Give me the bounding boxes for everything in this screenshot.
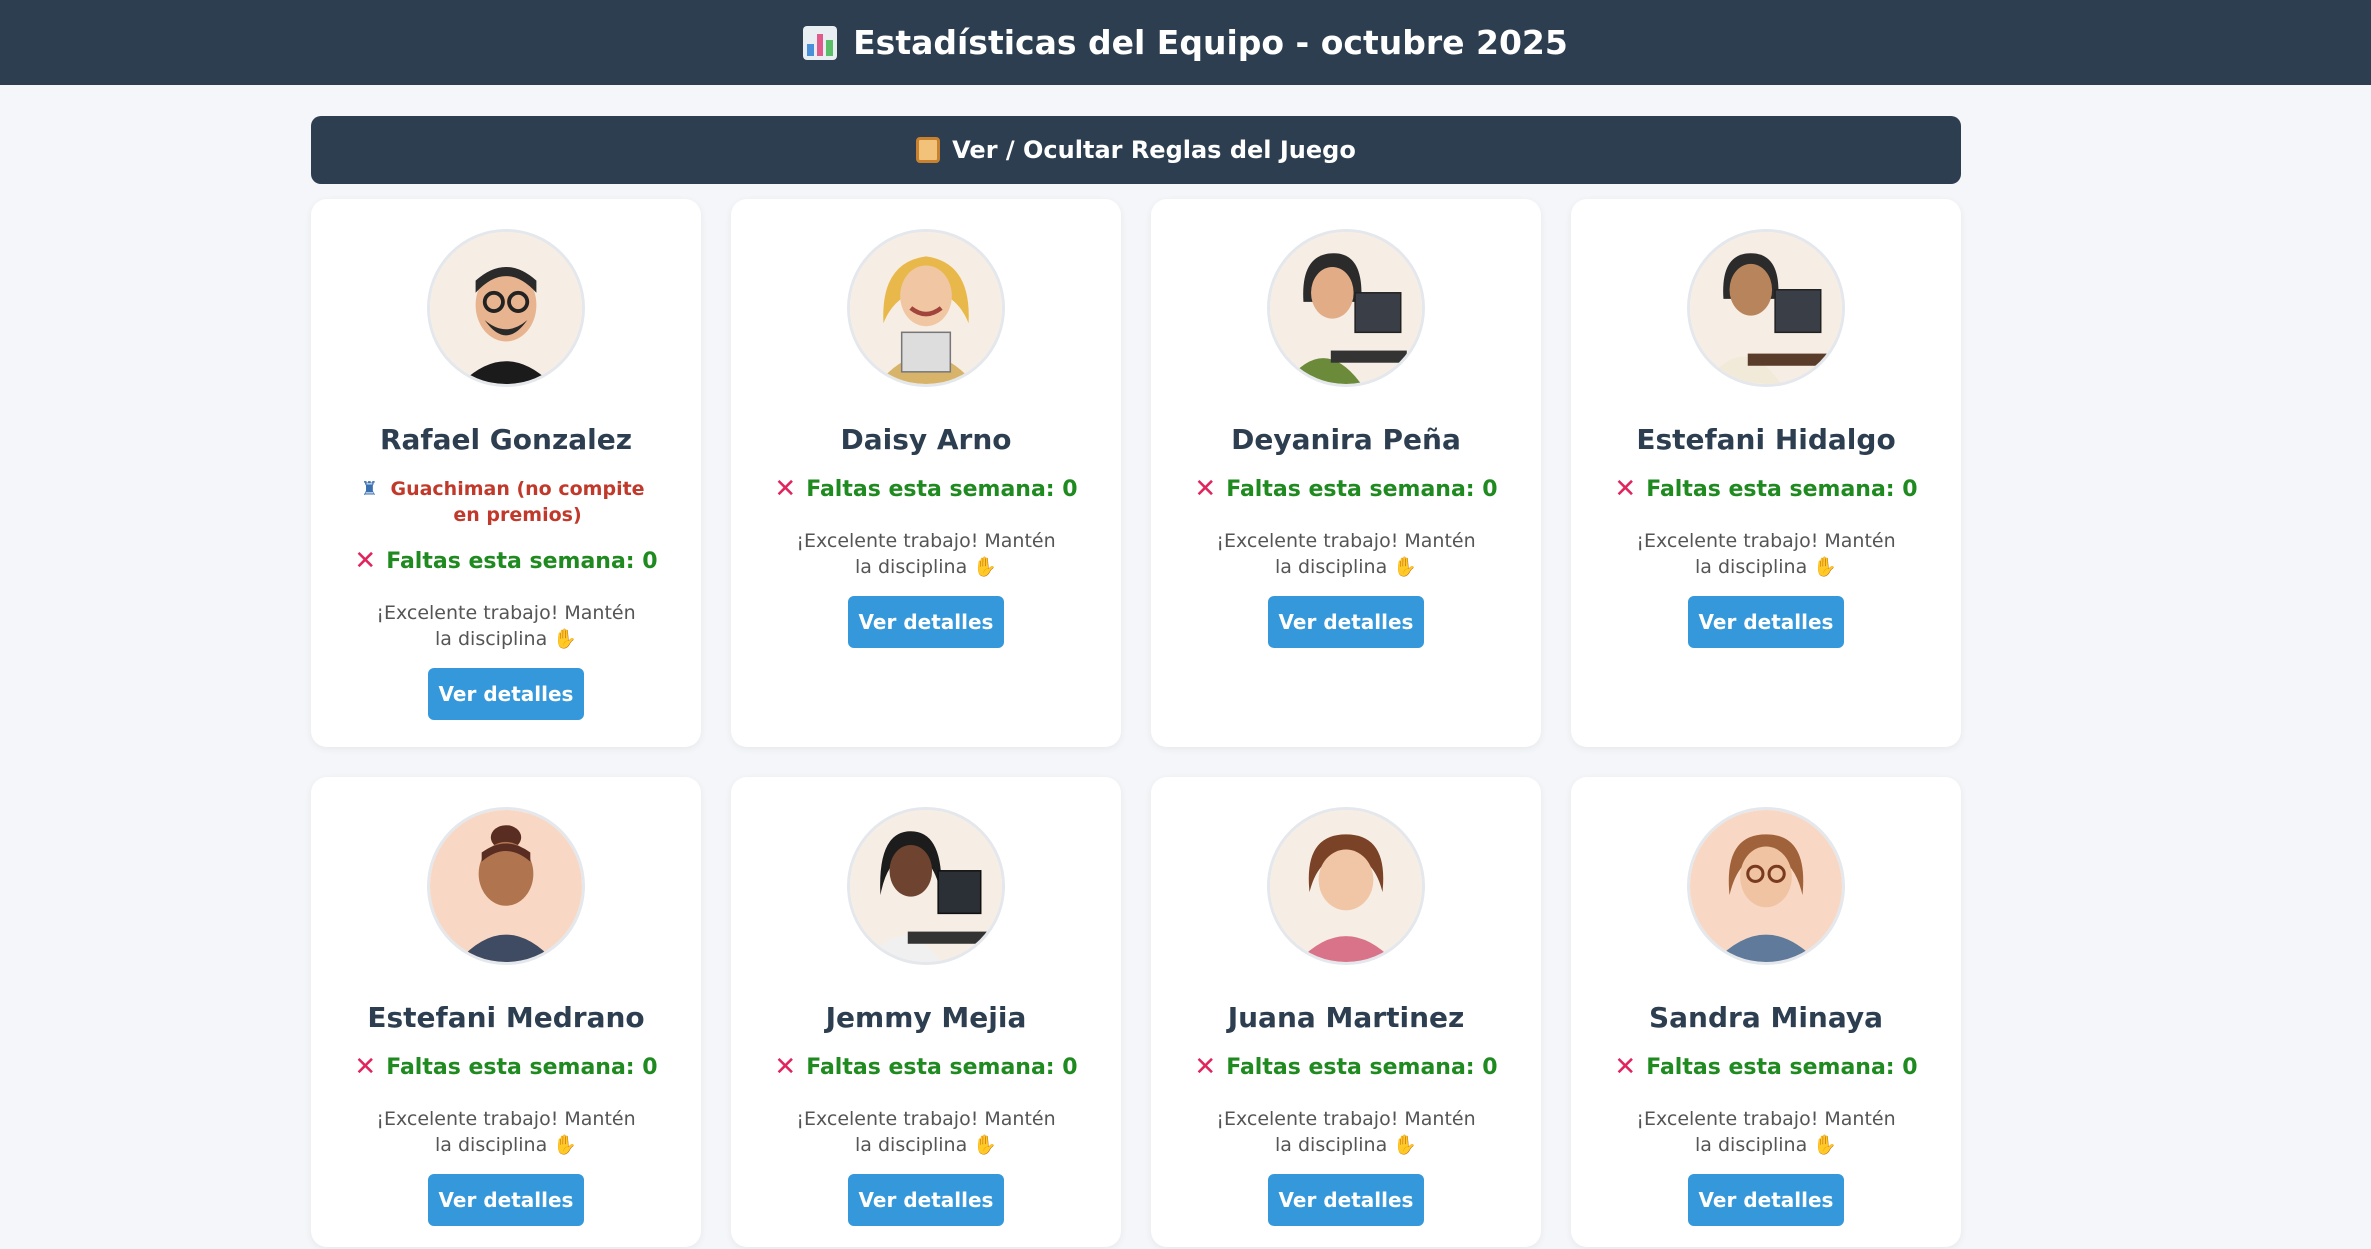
view-details-button[interactable]: Ver detalles	[1688, 596, 1844, 648]
encouragement-message: ¡Excelente trabajo! Mantén la disciplina…	[791, 528, 1061, 580]
employee-name: Rafael Gonzalez	[379, 423, 633, 456]
absences-stat: ✕ Faltas esta semana: 0	[1614, 1052, 1917, 1082]
avatar	[1687, 229, 1845, 387]
bar-chart-icon	[803, 25, 838, 60]
view-details-button[interactable]: Ver detalles	[1688, 1174, 1844, 1226]
rules-toggle-label: Ver / Ocultar Reglas del Juego	[952, 136, 1356, 164]
employee-card: Estefani Medrano ✕ Faltas esta semana: 0…	[311, 777, 701, 1247]
role-note: ♜ Guachiman (no compite en premios)	[361, 476, 651, 528]
employee-card: Juana Martinez ✕ Faltas esta semana: 0 ¡…	[1151, 777, 1541, 1247]
view-details-button[interactable]: Ver detalles	[848, 596, 1004, 648]
employee-name: Juana Martinez	[1227, 1001, 1465, 1034]
encouragement-message: ¡Excelente trabajo! Mantén la disciplina…	[1631, 528, 1901, 580]
view-details-button[interactable]: Ver detalles	[428, 668, 584, 720]
encouragement-message: ¡Excelente trabajo! Mantén la disciplina…	[1211, 1106, 1481, 1158]
employee-name: Sandra Minaya	[1648, 1001, 1884, 1034]
employee-name: Jemmy Mejia	[825, 1001, 1027, 1034]
view-details-button[interactable]: Ver detalles	[1268, 1174, 1424, 1226]
employee-card: Sandra Minaya ✕ Faltas esta semana: 0 ¡E…	[1571, 777, 1961, 1247]
avatar	[1687, 807, 1845, 965]
absences-text: Faltas esta semana: 0	[386, 1054, 658, 1080]
encouragement-message: ¡Excelente trabajo! Mantén la disciplina…	[371, 600, 641, 652]
view-details-button[interactable]: Ver detalles	[1268, 596, 1424, 648]
clapping-hands-icon: ✋	[1393, 556, 1417, 578]
view-details-button[interactable]: Ver detalles	[428, 1174, 584, 1226]
employee-name: Daisy Arno	[840, 423, 1012, 456]
avatar	[847, 807, 1005, 965]
encouragement-message: ¡Excelente trabajo! Mantén la disciplina…	[1211, 528, 1481, 580]
cross-mark-icon: ✕	[354, 1052, 377, 1082]
message-text: ¡Excelente trabajo! Mantén la disciplina	[1216, 1108, 1476, 1156]
clapping-hands-icon: ✋	[973, 556, 997, 578]
message-text: ¡Excelente trabajo! Mantén la disciplina	[376, 1108, 636, 1156]
absences-stat: ✕ Faltas esta semana: 0	[1194, 1052, 1497, 1082]
absences-text: Faltas esta semana: 0	[1646, 1054, 1918, 1080]
clapping-hands-icon: ✋	[553, 628, 577, 650]
absences-text: Faltas esta semana: 0	[806, 476, 1078, 502]
message-text: ¡Excelente trabajo! Mantén la disciplina	[376, 602, 636, 650]
rules-toggle-button[interactable]: Ver / Ocultar Reglas del Juego	[311, 116, 1961, 184]
avatar	[847, 229, 1005, 387]
message-text: ¡Excelente trabajo! Mantén la disciplina	[1636, 530, 1896, 578]
guard-icon: ♜	[361, 478, 379, 500]
avatar	[1267, 229, 1425, 387]
absences-stat: ✕ Faltas esta semana: 0	[774, 474, 1077, 504]
absences-stat: ✕ Faltas esta semana: 0	[774, 1052, 1077, 1082]
cross-mark-icon: ✕	[354, 546, 377, 576]
clapping-hands-icon: ✋	[1393, 1134, 1417, 1156]
absences-stat: ✕ Faltas esta semana: 0	[1614, 474, 1917, 504]
absences-text: Faltas esta semana: 0	[1226, 1054, 1498, 1080]
cross-mark-icon: ✕	[1614, 474, 1637, 504]
message-text: ¡Excelente trabajo! Mantén la disciplina	[1636, 1108, 1896, 1156]
absences-text: Faltas esta semana: 0	[1646, 476, 1918, 502]
cross-mark-icon: ✕	[1194, 474, 1217, 504]
absences-stat: ✕ Faltas esta semana: 0	[1194, 474, 1497, 504]
cross-mark-icon: ✕	[774, 474, 797, 504]
clapping-hands-icon: ✋	[973, 1134, 997, 1156]
clapping-hands-icon: ✋	[553, 1134, 577, 1156]
page-title: Estadísticas del Equipo - octubre 2025	[853, 23, 1568, 62]
message-text: ¡Excelente trabajo! Mantén la disciplina	[1216, 530, 1476, 578]
cross-mark-icon: ✕	[1194, 1052, 1217, 1082]
page-header: Estadísticas del Equipo - octubre 2025	[0, 0, 2371, 85]
encouragement-message: ¡Excelente trabajo! Mantén la disciplina…	[1631, 1106, 1901, 1158]
employee-grid-row-2: Estefani Medrano ✕ Faltas esta semana: 0…	[311, 777, 1961, 1247]
encouragement-message: ¡Excelente trabajo! Mantén la disciplina…	[371, 1106, 641, 1158]
employee-name: Estefani Hidalgo	[1636, 423, 1896, 456]
message-text: ¡Excelente trabajo! Mantén la disciplina	[796, 1108, 1056, 1156]
employee-name: Deyanira Peña	[1231, 423, 1461, 456]
encouragement-message: ¡Excelente trabajo! Mantén la disciplina…	[791, 1106, 1061, 1158]
absences-stat: ✕ Faltas esta semana: 0	[354, 546, 657, 576]
scroll-icon	[916, 137, 941, 163]
avatar	[427, 229, 585, 387]
absences-stat: ✕ Faltas esta semana: 0	[354, 1052, 657, 1082]
employee-grid: Rafael Gonzalez ♜ Guachiman (no compite …	[311, 199, 1961, 747]
view-details-button[interactable]: Ver detalles	[848, 1174, 1004, 1226]
avatar	[1267, 807, 1425, 965]
role-text: Guachiman (no compite en premios)	[390, 478, 645, 526]
clapping-hands-icon: ✋	[1813, 556, 1837, 578]
avatar	[427, 807, 585, 965]
cross-mark-icon: ✕	[774, 1052, 797, 1082]
absences-text: Faltas esta semana: 0	[806, 1054, 1078, 1080]
employee-card: Jemmy Mejia ✕ Faltas esta semana: 0 ¡Exc…	[731, 777, 1121, 1247]
employee-card: Estefani Hidalgo ✕ Faltas esta semana: 0…	[1571, 199, 1961, 747]
absences-text: Faltas esta semana: 0	[386, 548, 658, 574]
employee-name: Estefani Medrano	[367, 1001, 645, 1034]
cross-mark-icon: ✕	[1614, 1052, 1637, 1082]
employee-card: Deyanira Peña ✕ Faltas esta semana: 0 ¡E…	[1151, 199, 1541, 747]
clapping-hands-icon: ✋	[1813, 1134, 1837, 1156]
employee-card: Daisy Arno ✕ Faltas esta semana: 0 ¡Exce…	[731, 199, 1121, 747]
employee-card: Rafael Gonzalez ♜ Guachiman (no compite …	[311, 199, 701, 747]
absences-text: Faltas esta semana: 0	[1226, 476, 1498, 502]
message-text: ¡Excelente trabajo! Mantén la disciplina	[796, 530, 1056, 578]
